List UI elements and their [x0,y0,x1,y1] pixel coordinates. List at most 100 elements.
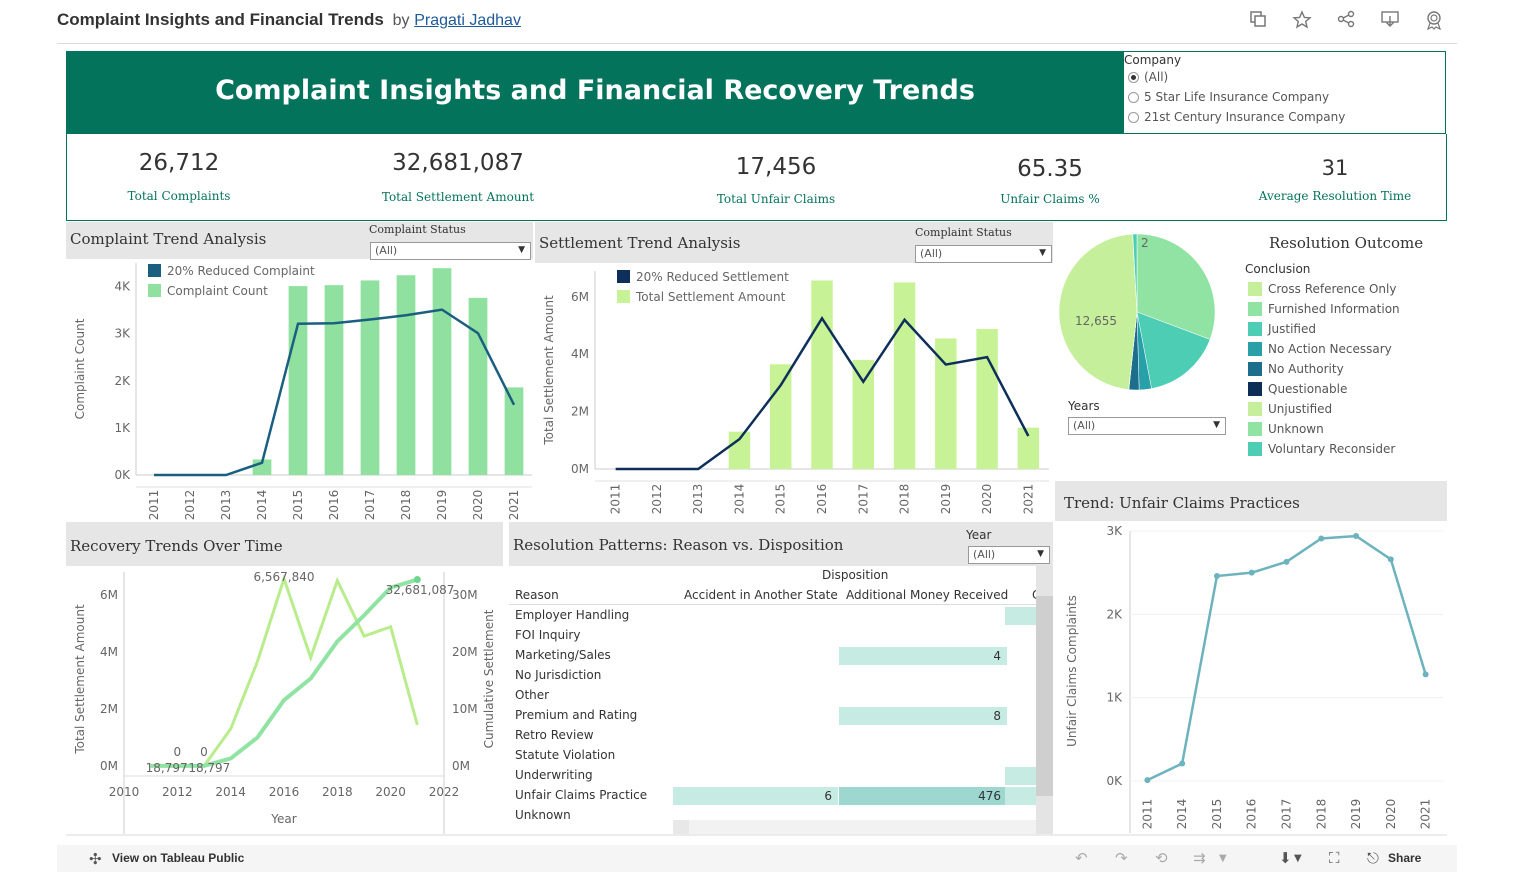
data-point [1213,573,1220,579]
table-cell[interactable]: 8 [839,707,1007,725]
table-cell[interactable] [1005,787,1036,805]
horizontal-scrollbar[interactable] [673,820,1036,834]
y-tick-label: 2M [100,702,118,716]
x-tick-label: 2017 [856,484,870,515]
radio-selected-icon [1128,71,1139,83]
redo-icon[interactable]: ↷ [1115,849,1128,867]
y-axis-title: Total Settlement Amount [73,604,87,755]
x-tick-label: 2014 [255,490,269,521]
data-point [1248,569,1255,576]
table-cell[interactable] [1005,607,1036,625]
complaint-trend-title: Complaint Trend Analysis [70,230,267,248]
data-point [1318,535,1325,542]
year-filter-label: Year [966,528,992,542]
legend-label: 20% Reduced Settlement [636,270,789,284]
company-option-5star[interactable]: 5 Star Life Insurance Company [1124,87,1445,107]
legend-item[interactable]: Unknown [1248,419,1400,439]
share-button[interactable]: Share [1388,851,1421,865]
legend-label: Complaint Count [167,284,268,298]
y2-tick-label: 20M [452,645,478,659]
legend-swatch [1248,442,1262,456]
settlement-status-label: Complaint Status [915,226,1012,239]
recovery-title: Recovery Trends Over Time [70,537,283,555]
download-icon[interactable] [1380,10,1400,30]
table-row-label: Employer Handling [515,608,630,622]
chevron-down-icon[interactable]: ▼ [1219,853,1227,864]
fullscreen-icon[interactable]: ⛶ [1329,849,1340,867]
y-tick-label: 3K [114,327,131,341]
x-tick-label: 2014 [732,484,746,515]
resolution-outcome-pie: 2 12,655 [1058,233,1216,391]
settlement-status-dropdown[interactable]: (All) ▼ [915,245,1052,263]
legend-swatch [1248,382,1262,396]
year-filter-dropdown[interactable]: (All) ▼ [968,546,1050,564]
chevron-down-icon: ▼ [1039,248,1046,258]
complaint-status-label: Complaint Status [369,223,466,236]
x-tick-label: 2018 [399,490,413,521]
legend-label: Justified [1268,322,1316,336]
table-cell[interactable]: 476 [839,787,1007,805]
legend-label: Cross Reference Only [1268,282,1397,296]
legend-item[interactable]: Cross Reference Only [1248,279,1400,299]
badge-icon[interactable] [1424,10,1444,31]
x-tick-label: 2019 [435,490,449,521]
legend-item[interactable]: Furnished Information [1248,299,1400,319]
legend-item[interactable]: Justified [1248,319,1400,339]
company-option-21st[interactable]: 21st Century Insurance Company [1124,107,1445,127]
refresh-icon[interactable]: ⇉ [1193,849,1206,867]
complaint-status-dropdown[interactable]: (All) ▼ [370,242,531,260]
table-row-label: Unknown [515,808,571,822]
data-point [1179,760,1186,767]
dashboard-title: Complaint Insights and Financial Recover… [215,75,975,106]
view-on-tableau-link[interactable]: View on Tableau Public [112,851,244,865]
legend-swatch [1248,402,1262,416]
author-link[interactable]: Pragati Jadhav [414,12,521,29]
x-tick-label: 2017 [363,490,377,521]
bar [893,282,916,469]
y-tick-label: 1K [1106,691,1123,705]
download-menu-icon[interactable]: ⬇ [1279,849,1292,867]
kpi-label: Total Settlement Amount [381,190,535,204]
kpi-total-settlement: 32,681,087 Total Settlement Amount [378,150,538,204]
vertical-scrollbar[interactable] [1036,566,1053,834]
years-label: Years [1068,399,1100,413]
x-tick-label: 2016 [815,484,829,515]
x-tick-label: 2012 [183,490,197,521]
pie-slice [1058,233,1138,390]
y-tick-label: 0K [114,468,131,482]
star-icon[interactable] [1292,10,1312,30]
x-tick-label: 2018 [322,785,353,799]
legend-item[interactable]: No Authority [1248,359,1400,379]
data-point [1353,533,1360,539]
share-network-icon[interactable] [1336,10,1356,30]
undo-icon[interactable]: ↶ [1075,849,1088,867]
bar [432,268,452,475]
scrollbar-thumb[interactable] [1036,596,1053,796]
revert-icon[interactable]: ⟲ [1155,849,1168,867]
chevron-down-icon[interactable]: ▼ [1294,853,1302,864]
legend-swatch [617,290,630,303]
table-cell[interactable]: 6 [673,787,838,805]
table-cell[interactable] [1005,767,1036,785]
settlement-line [150,573,419,768]
x-tick-label: 2016 [327,490,341,521]
bar [811,280,833,469]
scrollbar-thumb[interactable] [689,820,1036,834]
legend-swatch [617,270,630,283]
pie-data-label: 2 [1141,236,1149,250]
years-dropdown[interactable]: (All) ▼ [1068,417,1226,435]
copy-icon[interactable] [1248,10,1268,30]
legend-item[interactable]: Voluntary Reconsider [1248,439,1400,459]
legend-item[interactable]: No Action Necessary [1248,339,1400,359]
kpi-value: 65.35 [1017,156,1083,182]
radio-icon [1128,91,1139,103]
legend-item[interactable]: Unjustified [1248,399,1400,419]
x-tick-label: 2016 [1245,799,1259,830]
kpi-value: 17,456 [735,154,817,180]
x-axis-title: Year [270,812,296,826]
conclusion-legend-title: Conclusion [1245,262,1311,276]
share-icon[interactable]: ⎋ [1367,849,1379,867]
legend-item[interactable]: Questionable [1248,379,1400,399]
company-option-all[interactable]: (All) [1124,67,1445,87]
table-cell[interactable]: 4 [839,647,1007,665]
